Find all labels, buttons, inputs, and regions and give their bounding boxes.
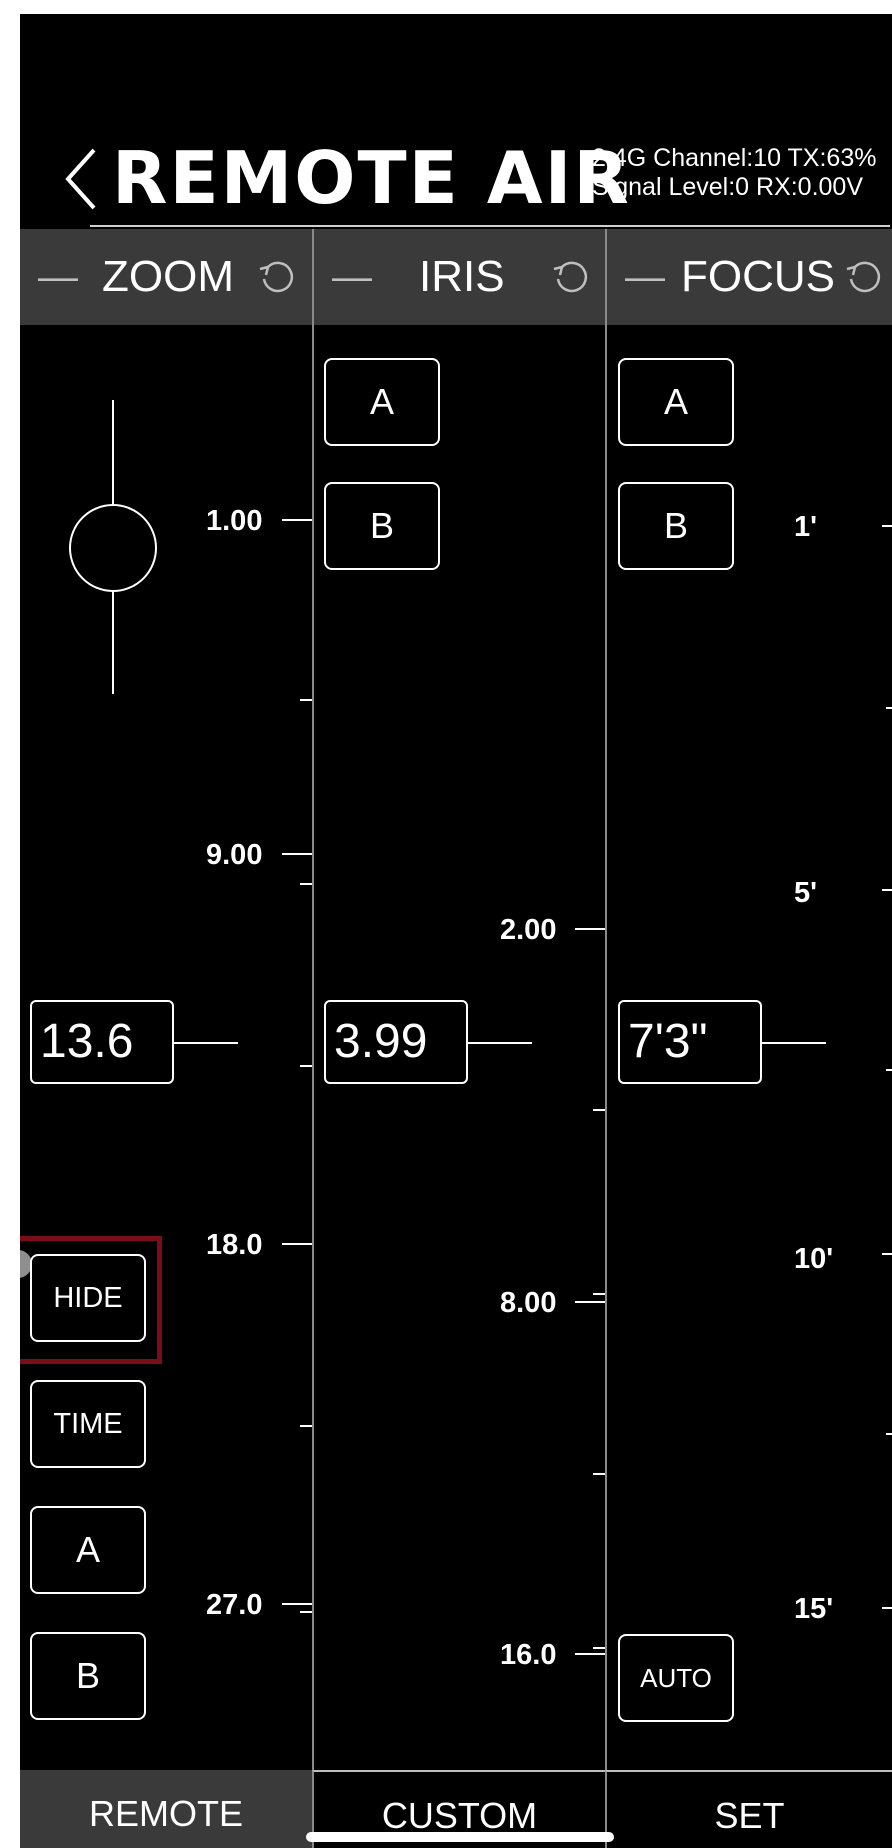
zoom-scale-label: 27.0 xyxy=(206,1589,263,1621)
focus-scale-label: 10' xyxy=(794,1243,834,1275)
focus-b-button[interactable]: B xyxy=(618,482,734,570)
zoom-value-pointer xyxy=(174,1042,238,1044)
zoom-value-display[interactable]: 13.6 xyxy=(30,1000,174,1084)
home-indicator[interactable] xyxy=(306,1832,614,1842)
zoom-b-button[interactable]: B xyxy=(30,1632,146,1720)
zoom-scale-label: 18.0 xyxy=(206,1229,263,1261)
zoom-a-button[interactable]: A xyxy=(30,1506,146,1594)
iris-scale-label: 8.00 xyxy=(500,1287,557,1319)
zoom-scale-label: 9.00 xyxy=(206,839,263,871)
focus-a-button[interactable]: A xyxy=(618,358,734,446)
focus-value-pointer xyxy=(762,1042,826,1044)
iris-scale-label: 2.00 xyxy=(500,914,557,946)
focus-auto-button[interactable]: AUTO xyxy=(618,1634,734,1722)
iris-b-button[interactable]: B xyxy=(324,482,440,570)
iris-scale-label: 16.0 xyxy=(500,1639,557,1671)
scale-ticks xyxy=(282,519,892,1655)
focus-scale-label: 15' xyxy=(794,1593,834,1625)
iris-value-pointer xyxy=(468,1042,532,1044)
tab-set[interactable]: SET xyxy=(605,1770,892,1848)
tab-remote[interactable]: REMOTE xyxy=(20,1770,312,1848)
focus-scale-label: 5' xyxy=(794,877,818,909)
time-button[interactable]: TIME xyxy=(30,1380,146,1468)
focus-value-display[interactable]: 7'3" xyxy=(618,1000,762,1084)
zoom-rocker-slider[interactable] xyxy=(68,394,158,694)
focus-scale-label: 1' xyxy=(794,511,818,543)
hide-button[interactable]: HIDE xyxy=(30,1254,146,1342)
remote-air-app: REMOTE AIR 2.4G Channel:10 TX:63% Signal… xyxy=(20,14,892,1848)
iris-a-button[interactable]: A xyxy=(324,358,440,446)
zoom-scale-label: 1.00 xyxy=(206,505,263,537)
iris-value-display[interactable]: 3.99 xyxy=(324,1000,468,1084)
